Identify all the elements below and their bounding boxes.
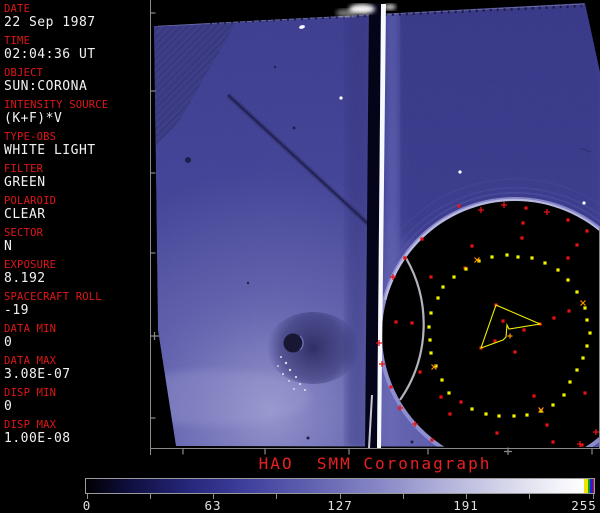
field-value: 22 Sep 1987: [4, 15, 96, 30]
metadata-field: POLAROID CLEAR: [4, 195, 150, 222]
colorbar-tick-label: 191: [453, 498, 479, 513]
metadata-field: TIME 02:04:36 UT: [4, 35, 150, 62]
image-title: HAO SMM Coronagraph: [258, 454, 492, 473]
coronagraph-image: [150, 0, 600, 455]
coronagraph-canvas: [150, 0, 600, 455]
coronagraph-viewer-window: { "sidebar": { "label_color": "#e01616",…: [0, 0, 600, 513]
colorbar-tick-label: 255: [571, 498, 597, 513]
field-value: 0: [4, 399, 13, 414]
field-value: 0: [4, 335, 13, 350]
metadata-field: DISP MIN 0: [4, 387, 150, 414]
metadata-field: DATA MAX 3.08E-07: [4, 355, 150, 382]
metadata-field: DISP MAX 1.00E-08: [4, 419, 150, 446]
metadata-field: INTENSITY SOURCE (K+F)*V: [4, 99, 150, 126]
field-value: -19: [4, 303, 29, 318]
metadata-field: OBJECT SUN:CORONA: [4, 67, 150, 94]
field-value: GREEN: [4, 175, 46, 190]
field-value: 1.00E-08: [4, 431, 71, 446]
field-label: SPACECRAFT ROLL: [4, 291, 102, 303]
field-label: SECTOR: [4, 227, 44, 239]
metadata-field: DATA MIN 0: [4, 323, 150, 350]
field-label: TYPE-OBS: [4, 131, 57, 143]
metadata-sidebar: DATE 22 Sep 1987 TIME 02:04:36 UT OBJECT SUN:…: [0, 0, 150, 455]
field-label: DATA MAX: [4, 355, 57, 367]
metadata-field: SECTOR N: [4, 227, 150, 254]
colorbar-tick-label: 63: [204, 498, 222, 513]
metadata-field: FILTER GREEN: [4, 163, 150, 190]
colorbar-tick-label: 127: [327, 498, 353, 513]
field-label: FILTER: [4, 163, 44, 175]
field-label: DATE: [4, 3, 31, 15]
field-label: OBJECT: [4, 67, 44, 79]
field-label: EXPOSURE: [4, 259, 57, 271]
field-value: SUN:CORONA: [4, 79, 88, 94]
metadata-field: SPACECRAFT ROLL -19: [4, 291, 150, 318]
colorbar-labels: 0 63 127 191 255: [0, 498, 600, 513]
field-value: CLEAR: [4, 207, 46, 222]
colorbar-tick-label: 0: [82, 498, 92, 513]
colorbar-end-stripe: [592, 479, 594, 493]
field-value: 3.08E-07: [4, 367, 71, 382]
metadata-field: TYPE-OBS WHITE LIGHT: [4, 131, 150, 158]
field-value: N: [4, 239, 13, 254]
field-value: WHITE LIGHT: [4, 143, 96, 158]
field-value: 8.192: [4, 271, 46, 286]
intensity-colorbar: [85, 478, 595, 494]
field-label: POLAROID: [4, 195, 57, 207]
field-label: DISP MAX: [4, 419, 57, 431]
field-label: INTENSITY SOURCE: [4, 99, 109, 111]
field-value: (K+F)*V: [4, 111, 63, 126]
metadata-field: EXPOSURE 8.192: [4, 259, 150, 286]
field-label: TIME: [4, 35, 31, 47]
metadata-field: DATE 22 Sep 1987: [4, 3, 150, 30]
field-label: DATA MIN: [4, 323, 57, 335]
field-value: 02:04:36 UT: [4, 47, 96, 62]
field-label: DISP MIN: [4, 387, 57, 399]
